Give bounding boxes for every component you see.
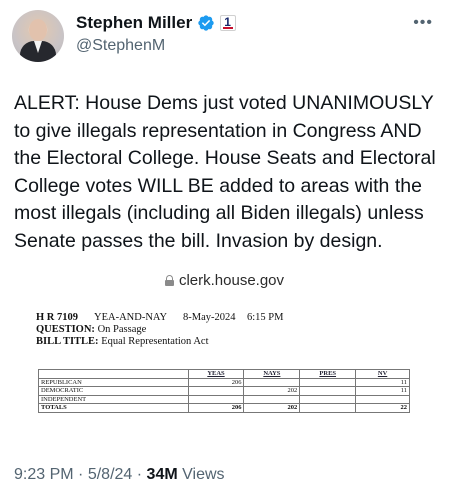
question-value: On Passage [97,324,147,335]
table-header: PRES [299,369,357,379]
table-cell [299,403,357,413]
bill-title-row: BILL TITLE: Equal Representation Act [36,336,416,347]
table-cell: 206 [187,377,245,387]
table-cell: 22 [355,403,410,413]
table-header: NAYS [243,369,301,379]
bill-title-label: BILL TITLE: [36,336,99,347]
avatar[interactable] [12,10,64,62]
table-cell: TOTALS [38,403,189,413]
question-label: QUESTION: [36,324,95,335]
table-cell [299,394,357,404]
post-time[interactable]: 9:23 PM [14,466,74,483]
tweet-line: to give illegals representation in Congr… [14,119,422,142]
vote-type: YEA-AND-NAY [94,312,168,323]
table-header-row: YEAS NAYS PRES NV [38,369,410,379]
table-cell: 202 [243,403,301,413]
table-cell [187,394,245,404]
table-row: REPUBLICAN 206 11 [38,377,410,387]
table-cell [243,394,301,404]
separator: · [136,466,143,483]
table-cell: 11 [355,377,410,387]
name-row: Stephen Miller 1 [76,13,237,33]
post-date[interactable]: 5/8/24 [88,466,132,483]
display-name[interactable]: Stephen Miller [76,13,192,33]
vote-record-image[interactable]: H R 7109 YEA-AND-NAY 8-May-2024 6:15 PM … [36,312,416,432]
table-cell [299,386,357,396]
table-cell [38,369,189,379]
user-handle[interactable]: @StephenM [76,37,165,55]
lock-icon [164,275,174,286]
table-cell: REPUBLICAN [38,377,189,387]
table-totals-row: TOTALS 206 202 22 [38,403,410,413]
more-options-icon[interactable]: ••• [413,14,433,32]
vote-table: YEAS NAYS PRES NV REPUBLICAN 206 11 DEMO… [38,369,410,413]
table-row: INDEPENDENT [38,394,410,404]
table-cell [243,377,301,387]
table-cell: DEMOCRATIC [38,386,189,396]
bill-title-value: Equal Representation Act [101,336,209,347]
affiliate-badge-icon: 1 [220,15,237,31]
table-cell [299,377,357,387]
tweet-line: College votes WILL BE added to areas wit… [14,174,422,197]
vote-date: 8-May-2024 [183,312,236,323]
table-cell [187,386,245,396]
tweet-line: the Electoral College. House Seats and E… [14,147,436,169]
table-cell: 11 [355,386,410,396]
vote-meta-row: H R 7109 YEA-AND-NAY 8-May-2024 6:15 PM [36,312,416,323]
tweet-line: ALERT: House Dems just voted UNANIMOUSLY [14,92,434,114]
verified-badge-icon [198,15,214,31]
table-cell: INDEPENDENT [38,394,189,404]
table-header: YEAS [187,369,245,379]
views-label: Views [182,466,225,483]
avatar-head [29,19,47,41]
tweet-text: ALERT: House Dems just voted UNANIMOUSLY… [14,90,439,255]
table-cell: 206 [187,403,245,413]
table-row: DEMOCRATIC 202 11 [38,386,410,396]
views-count: 34M [146,466,178,483]
tweet-line: Senate passes the bill. Invasion by desi… [14,229,383,252]
bill-number: H R 7109 [36,312,78,323]
tweet-line: most illegals (including all Biden illeg… [14,202,424,224]
table-header: NV [355,369,410,379]
tweet-header: Stephen Miller 1 @StephenM ••• [12,10,437,64]
table-cell [355,394,410,404]
link-preview-domain[interactable]: clerk.house.gov [0,272,449,289]
table-cell: 202 [243,386,301,396]
link-domain: clerk.house.gov [178,272,285,289]
tweet-footer: 9:23 PM · 5/8/24 · 34M Views [14,466,225,484]
separator: · [78,466,84,483]
vote-time: 6:15 PM [247,312,284,323]
question-row: QUESTION: On Passage [36,324,416,335]
